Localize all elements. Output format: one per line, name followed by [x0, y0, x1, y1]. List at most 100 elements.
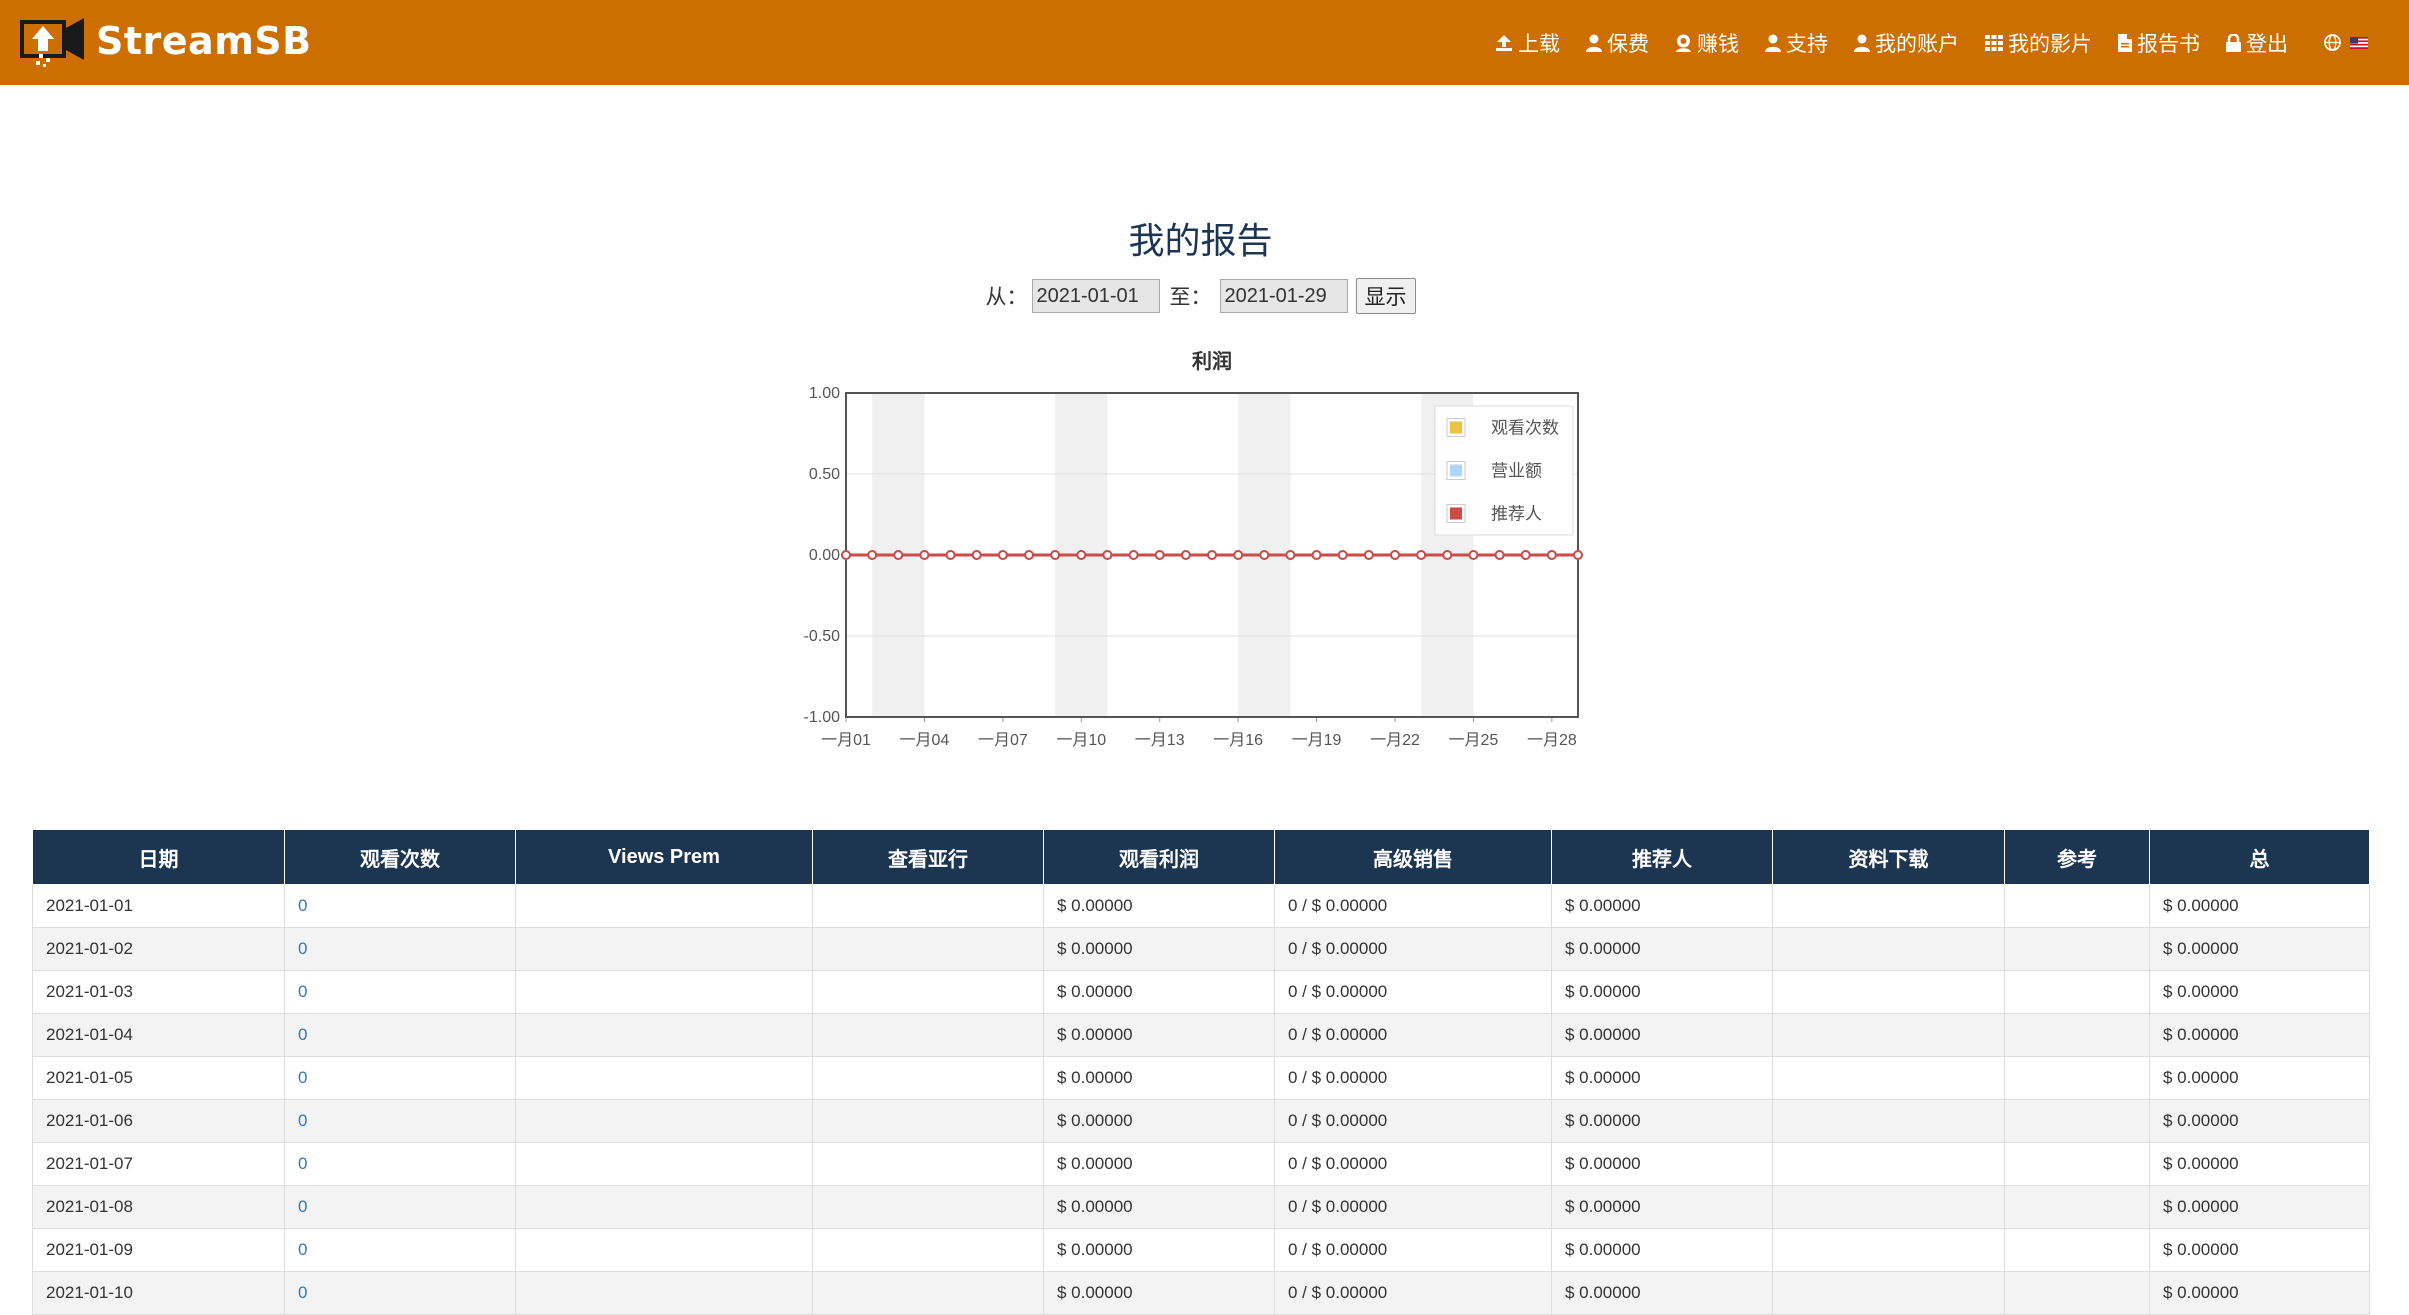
series-point — [1363, 550, 1374, 560]
col-view-adb-cell — [812, 1013, 1044, 1057]
series-point — [1050, 550, 1061, 560]
date-range-form: 从： 至： 显示 — [0, 278, 2401, 314]
y-tick-label: 0.50 — [809, 466, 840, 483]
series-point — [1285, 550, 1296, 560]
views-link[interactable]: 0 — [298, 1283, 307, 1302]
col-views-cell: 0 — [284, 1185, 516, 1229]
table-row: 2021-01-05 0 $ 0.00000 0 / $ 0.00000 $ 0.000… — [32, 1056, 2370, 1100]
col-views-profit-cell: $ 0.00000 — [1043, 927, 1275, 971]
page-title: 我的报告 — [1128, 220, 1273, 261]
col-views-cell: 0 — [284, 1013, 516, 1057]
col-views-profit-cell: $ 0.00000 — [1043, 1099, 1275, 1143]
nav-logout[interactable]: 登出 — [2226, 28, 2288, 58]
col-premium-sales-header: 高级销售 — [1274, 829, 1552, 885]
nav-my-videos[interactable]: 我的影片 — [1985, 28, 2092, 58]
series-point — [1573, 550, 1583, 560]
series-point — [1102, 550, 1113, 560]
table-row: 2021-01-08 0 $ 0.00000 0 / $ 0.00000 $ 0.000… — [32, 1185, 2370, 1229]
col-reference-cell — [2004, 1271, 2150, 1315]
nav-support-label: 支持 — [1786, 32, 1828, 56]
col-total-cell: $ 0.00000 — [2149, 1228, 2370, 1272]
series-point — [1468, 550, 1479, 560]
views-link[interactable]: 0 — [298, 1240, 307, 1259]
table-body: 2021-01-01 0 $ 0.00000 0 / $ 0.00000 $ 0.000… — [32, 884, 2370, 1315]
col-reference-cell — [2004, 1099, 2150, 1143]
col-view-adb-cell — [812, 1099, 1044, 1143]
x-tick-label: 一月10 — [1056, 732, 1106, 749]
nav-reports-label: 报告书 — [2137, 32, 2200, 56]
nav-premium-label: 保费 — [1607, 32, 1649, 56]
col-premium-sales-cell: 0 / $ 0.00000 — [1274, 927, 1552, 971]
views-link[interactable]: 0 — [298, 896, 307, 915]
y-tick-label: 1.00 — [809, 385, 840, 402]
series-point — [1311, 550, 1322, 560]
col-views-profit-cell: $ 0.00000 — [1043, 884, 1275, 928]
col-views-profit-header: 观看利润 — [1043, 829, 1275, 885]
col-date-cell: 2021-01-03 — [32, 970, 285, 1014]
col-referrals-header: 推荐人 — [1551, 829, 1773, 885]
user-icon — [1765, 34, 1781, 52]
col-downloads-cell — [1772, 927, 2005, 971]
col-views-prem-cell — [515, 1185, 813, 1229]
show-button[interactable]: 显示 — [1355, 278, 1416, 314]
table-row: 2021-01-04 0 $ 0.00000 0 / $ 0.00000 $ 0.000… — [32, 1013, 2370, 1057]
nav-reports[interactable]: 报告书 — [2118, 28, 2200, 58]
col-date-cell: 2021-01-02 — [32, 927, 285, 971]
views-link[interactable]: 0 — [298, 1025, 307, 1044]
series-point — [841, 550, 851, 560]
col-views-profit-cell: $ 0.00000 — [1043, 970, 1275, 1014]
col-view-adb-cell — [812, 970, 1044, 1014]
from-date-input[interactable] — [1031, 279, 1160, 313]
brand-link[interactable]: StreamSB — [18, 14, 312, 68]
x-tick-label: 一月25 — [1449, 732, 1499, 749]
col-views-profit-cell: $ 0.00000 — [1043, 1271, 1275, 1315]
views-link[interactable]: 0 — [298, 1197, 307, 1216]
nav-earn-money[interactable]: 赚钱 — [1675, 28, 1739, 58]
us-flag-icon — [2350, 36, 2368, 49]
nav-premium[interactable]: 保费 — [1586, 28, 1649, 58]
top-navbar: StreamSB 上载 保费 赚钱 支持 我的账户 我的影片 报告书 登出 — [0, 0, 2409, 85]
table-row: 2021-01-10 0 $ 0.00000 0 / $ 0.00000 $ 0.000… — [32, 1271, 2370, 1315]
legend-label: 观看次数 — [1491, 419, 1559, 438]
col-premium-sales-cell: 0 / $ 0.00000 — [1274, 1142, 1552, 1186]
col-premium-sales-cell: 0 / $ 0.00000 — [1274, 1185, 1552, 1229]
views-link[interactable]: 0 — [298, 1111, 307, 1130]
language-selector[interactable] — [2324, 34, 2373, 51]
col-views-prem-cell — [515, 970, 813, 1014]
legend-swatch — [1450, 421, 1462, 434]
money-user-icon — [1676, 34, 1691, 52]
nav-support[interactable]: 支持 — [1765, 28, 1828, 58]
col-referrals-cell: $ 0.00000 — [1551, 1142, 1773, 1186]
views-link[interactable]: 0 — [298, 982, 307, 1001]
col-views-profit-cell: $ 0.00000 — [1043, 1013, 1275, 1057]
col-date-cell: 2021-01-01 — [32, 884, 285, 928]
upload-icon — [1496, 34, 1512, 51]
lock-icon — [2226, 33, 2241, 52]
nav-earn-money-label: 赚钱 — [1697, 32, 1739, 56]
table-row: 2021-01-01 0 $ 0.00000 0 / $ 0.00000 $ 0.000… — [32, 884, 2370, 928]
views-link[interactable]: 0 — [298, 1068, 307, 1087]
nav-upload[interactable]: 上载 — [1495, 28, 1560, 58]
views-link[interactable]: 0 — [298, 1154, 307, 1173]
col-downloads-cell — [1772, 1271, 2005, 1315]
main-nav: 上载 保费 赚钱 支持 我的账户 我的影片 报告书 登出 — [1469, 0, 2373, 85]
series-point — [867, 550, 878, 560]
table-row: 2021-01-07 0 $ 0.00000 0 / $ 0.00000 $ 0.000… — [32, 1142, 2370, 1186]
col-total-header: 总 — [2149, 829, 2370, 885]
series-point — [1024, 550, 1034, 560]
col-referrals-cell: $ 0.00000 — [1551, 884, 1773, 928]
col-premium-sales-cell: 0 / $ 0.00000 — [1274, 1099, 1552, 1143]
legend-swatch — [1450, 464, 1462, 477]
views-link[interactable]: 0 — [298, 939, 307, 958]
col-referrals-cell: $ 0.00000 — [1551, 1228, 1773, 1272]
col-downloads-cell — [1772, 1142, 2005, 1186]
col-view-adb-cell — [812, 1271, 1044, 1315]
nav-my-account[interactable]: 我的账户 — [1854, 28, 1959, 58]
col-reference-cell — [2004, 1185, 2150, 1229]
col-views-profit-cell: $ 0.00000 — [1043, 1185, 1275, 1229]
x-tick-label: 一月28 — [1527, 732, 1577, 749]
col-total-cell: $ 0.00000 — [2149, 1271, 2370, 1315]
col-referrals-cell: $ 0.00000 — [1551, 1099, 1773, 1143]
col-date-cell: 2021-01-08 — [32, 1185, 285, 1229]
to-date-input[interactable] — [1219, 279, 1348, 313]
